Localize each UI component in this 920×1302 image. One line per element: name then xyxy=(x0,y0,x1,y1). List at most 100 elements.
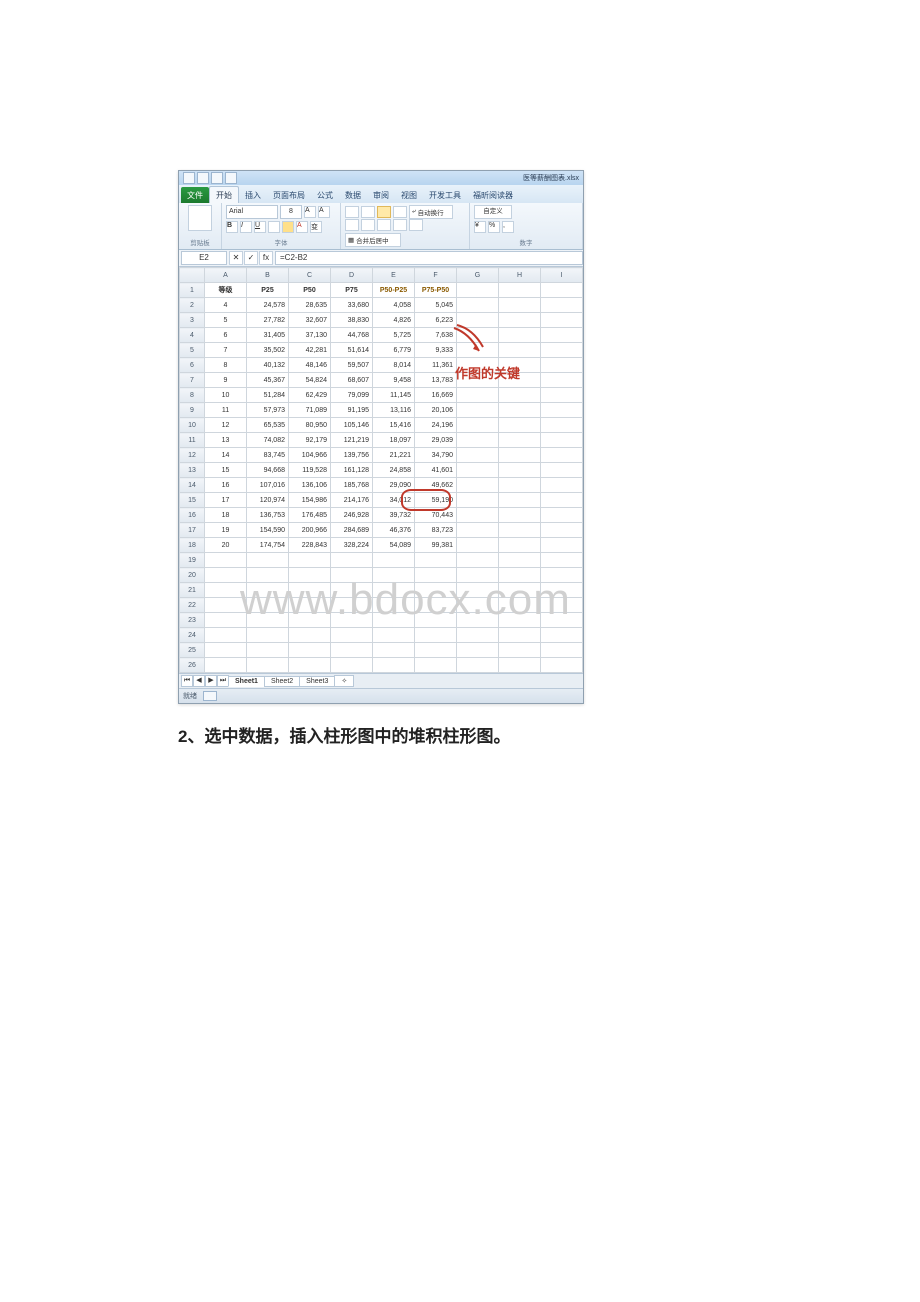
cell[interactable]: 28,635 xyxy=(289,298,331,313)
cell[interactable] xyxy=(541,358,583,373)
cell[interactable]: P75 xyxy=(331,283,373,298)
cell[interactable]: 74,082 xyxy=(247,433,289,448)
cell[interactable] xyxy=(415,598,457,613)
cell[interactable] xyxy=(499,493,541,508)
cell[interactable] xyxy=(499,568,541,583)
cell[interactable]: 65,535 xyxy=(247,418,289,433)
cell[interactable] xyxy=(541,583,583,598)
cell[interactable]: 5,045 xyxy=(415,298,457,313)
decrease-font-icon[interactable]: A xyxy=(318,206,330,218)
cell[interactable]: 10 xyxy=(205,388,247,403)
cell[interactable]: 29,090 xyxy=(373,478,415,493)
cell[interactable]: 154,590 xyxy=(247,523,289,538)
cell[interactable] xyxy=(457,658,499,673)
fill-color-button[interactable] xyxy=(282,221,294,233)
cell[interactable] xyxy=(415,583,457,598)
cell[interactable] xyxy=(247,553,289,568)
cell[interactable]: 24,858 xyxy=(373,463,415,478)
cell[interactable]: 21,221 xyxy=(373,448,415,463)
cell[interactable]: 120,974 xyxy=(247,493,289,508)
tab-data[interactable]: 数据 xyxy=(339,187,367,203)
cell[interactable] xyxy=(247,658,289,673)
indent-inc-icon[interactable] xyxy=(409,219,423,231)
row-header[interactable]: 10 xyxy=(180,418,205,433)
cell[interactable]: 4,826 xyxy=(373,313,415,328)
cell[interactable]: 32,607 xyxy=(289,313,331,328)
cell[interactable] xyxy=(289,628,331,643)
cell[interactable]: 37,130 xyxy=(289,328,331,343)
cell[interactable] xyxy=(205,553,247,568)
cell[interactable]: 16,669 xyxy=(415,388,457,403)
cell[interactable] xyxy=(331,598,373,613)
cell[interactable] xyxy=(289,583,331,598)
cell[interactable] xyxy=(541,328,583,343)
cell[interactable] xyxy=(541,403,583,418)
cell[interactable]: 11,361 xyxy=(415,358,457,373)
worksheet-grid[interactable]: ABCDEFGHI1等级P25P50P75P50-P25P75-P502424,… xyxy=(179,267,583,673)
cell[interactable]: 68,607 xyxy=(331,373,373,388)
sheet-tab-2[interactable]: Sheet2 xyxy=(264,676,300,687)
cell[interactable] xyxy=(205,643,247,658)
cell[interactable] xyxy=(457,433,499,448)
cell[interactable] xyxy=(541,568,583,583)
row-header[interactable]: 22 xyxy=(180,598,205,613)
cell[interactable] xyxy=(499,538,541,553)
cell[interactable]: 119,528 xyxy=(289,463,331,478)
cell[interactable]: P50 xyxy=(289,283,331,298)
cell[interactable] xyxy=(415,643,457,658)
cell[interactable] xyxy=(457,508,499,523)
cell[interactable]: 54,089 xyxy=(373,538,415,553)
cell[interactable]: 8 xyxy=(205,358,247,373)
select-all-cell[interactable] xyxy=(180,268,205,283)
cell[interactable]: 8,014 xyxy=(373,358,415,373)
cell[interactable]: 20,106 xyxy=(415,403,457,418)
cell[interactable]: 107,016 xyxy=(247,478,289,493)
cell[interactable]: 92,179 xyxy=(289,433,331,448)
cell[interactable]: 13 xyxy=(205,433,247,448)
cell[interactable] xyxy=(457,478,499,493)
row-header[interactable]: 20 xyxy=(180,568,205,583)
cell[interactable]: 5,725 xyxy=(373,328,415,343)
cell[interactable] xyxy=(289,643,331,658)
cell[interactable] xyxy=(331,583,373,598)
cell[interactable]: 139,756 xyxy=(331,448,373,463)
cell[interactable] xyxy=(457,313,499,328)
tab-insert[interactable]: 插入 xyxy=(239,187,267,203)
tab-foxit[interactable]: 福昕阅读器 xyxy=(467,187,519,203)
cell[interactable] xyxy=(457,523,499,538)
phonetic-button[interactable]: 变 xyxy=(310,221,322,233)
cell[interactable] xyxy=(373,613,415,628)
underline-button[interactable]: U xyxy=(254,221,266,233)
cell[interactable] xyxy=(457,358,499,373)
align-right-icon[interactable] xyxy=(377,219,391,231)
cell[interactable] xyxy=(499,418,541,433)
cell[interactable] xyxy=(499,478,541,493)
cell[interactable] xyxy=(373,568,415,583)
cell[interactable]: 54,824 xyxy=(289,373,331,388)
cell[interactable] xyxy=(205,628,247,643)
cell[interactable] xyxy=(457,388,499,403)
italic-button[interactable]: I xyxy=(240,221,252,233)
cell[interactable]: 80,950 xyxy=(289,418,331,433)
cell[interactable]: 4,058 xyxy=(373,298,415,313)
cell[interactable]: 15 xyxy=(205,463,247,478)
merge-center-button[interactable]: ▦合并后居中 xyxy=(345,233,401,247)
orientation-icon[interactable] xyxy=(393,206,407,218)
cell[interactable] xyxy=(457,328,499,343)
cell[interactable] xyxy=(499,583,541,598)
cell[interactable] xyxy=(205,658,247,673)
cell[interactable]: 13,116 xyxy=(373,403,415,418)
cell[interactable] xyxy=(289,553,331,568)
cell[interactable] xyxy=(499,283,541,298)
cell[interactable] xyxy=(541,313,583,328)
increase-font-icon[interactable]: A xyxy=(304,206,316,218)
col-header-H[interactable]: H xyxy=(499,268,541,283)
cell[interactable] xyxy=(499,508,541,523)
cell[interactable] xyxy=(205,568,247,583)
paste-button[interactable] xyxy=(188,205,212,231)
tab-review[interactable]: 审阅 xyxy=(367,187,395,203)
sheet-nav-next-icon[interactable]: ▶ xyxy=(205,675,217,687)
row-header[interactable]: 7 xyxy=(180,373,205,388)
cell[interactable]: 136,106 xyxy=(289,478,331,493)
row-header[interactable]: 24 xyxy=(180,628,205,643)
